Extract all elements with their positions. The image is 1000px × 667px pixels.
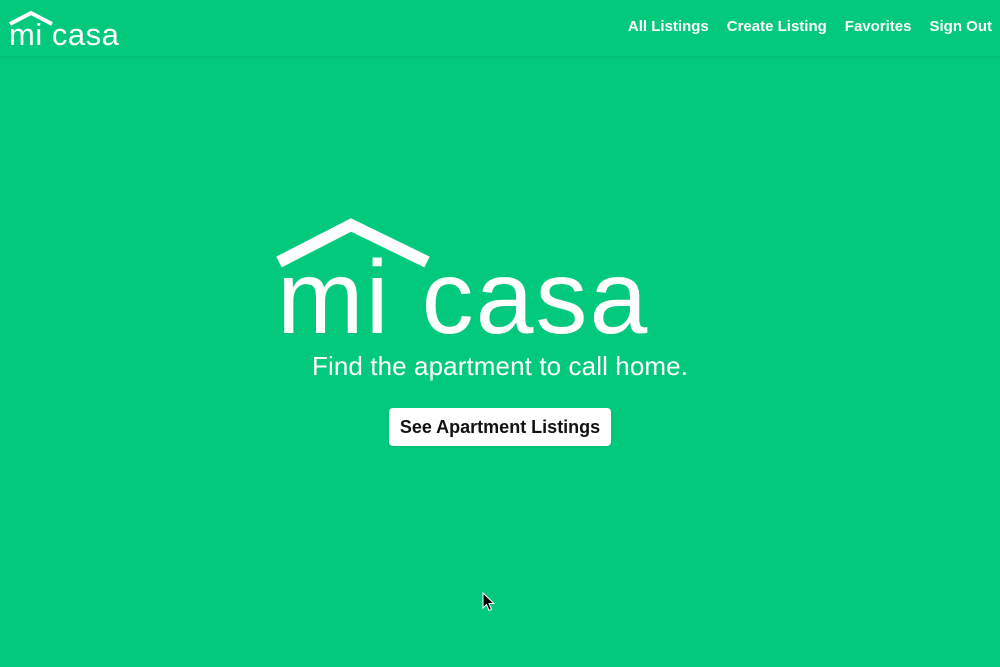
brand-logo-text: mi casa	[9, 17, 120, 48]
main-nav: All Listings Create Listing Favorites Si…	[628, 18, 992, 35]
top-navbar: mi casa All Listings Create Listing Favo…	[0, 0, 1000, 57]
nav-favorites[interactable]: Favorites	[845, 18, 912, 35]
hero-logo: mi casa	[275, 215, 725, 337]
house-roof-icon: mi casa	[9, 10, 120, 48]
nav-create-listing[interactable]: Create Listing	[727, 18, 827, 35]
hero-house-roof-icon: mi casa	[276, 218, 649, 337]
nav-sign-out[interactable]: Sign Out	[930, 18, 993, 35]
nav-all-listings[interactable]: All Listings	[628, 18, 709, 35]
hero-section: mi casa Find the apartment to call home.…	[0, 215, 1000, 446]
see-apartment-listings-button[interactable]: See Apartment Listings	[388, 408, 612, 446]
hero-tagline: Find the apartment to call home.	[311, 351, 689, 381]
brand-logo[interactable]: mi casa	[8, 10, 143, 50]
hero-logo-text: mi casa	[277, 240, 649, 337]
mouse-pointer-icon	[482, 591, 496, 617]
